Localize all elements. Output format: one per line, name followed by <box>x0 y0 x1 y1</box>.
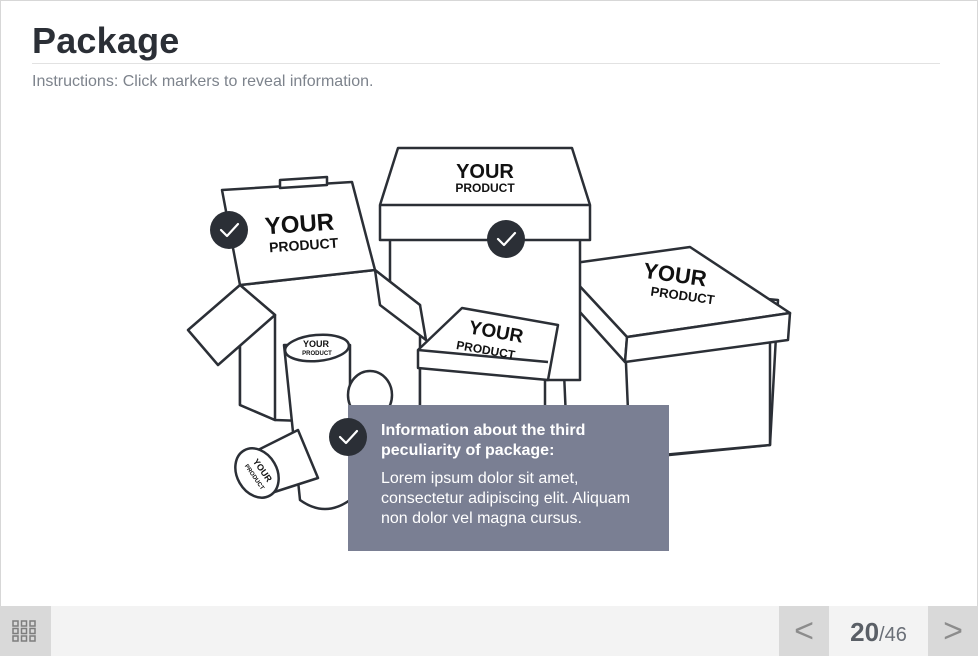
next-slide-button[interactable]: > <box>928 606 978 656</box>
marker-2-checkmark-icon[interactable] <box>487 220 525 258</box>
marker-3-checkmark-icon[interactable] <box>329 418 367 456</box>
page-title: Package <box>32 20 180 61</box>
popup-title: Information about the third peculiarity … <box>381 422 586 459</box>
grid-icon <box>12 620 36 642</box>
popup-body: Lorem ipsum dolor sit amet, consectetur … <box>381 470 631 527</box>
label-product-1: PRODUCT <box>455 181 515 195</box>
label-product-5: PRODUCT <box>302 351 332 357</box>
previous-slide-button[interactable]: < <box>779 606 829 656</box>
current-slide-number: 20 <box>850 617 880 647</box>
label-your-5: YOUR <box>303 339 330 349</box>
total-slides: /46 <box>879 624 907 646</box>
title-divider <box>32 63 940 64</box>
slide-counter: 20/46 <box>829 606 928 656</box>
bottom-navigation-bar: < 20/46 > <box>0 606 978 656</box>
label-your-1: YOUR <box>456 161 514 183</box>
info-popup: Information about the third peculiarity … <box>348 405 669 551</box>
instructions-text: Instructions: Click markers to reveal in… <box>32 73 374 90</box>
marker-1-checkmark-icon[interactable] <box>210 211 248 249</box>
menu-button[interactable] <box>0 606 51 656</box>
